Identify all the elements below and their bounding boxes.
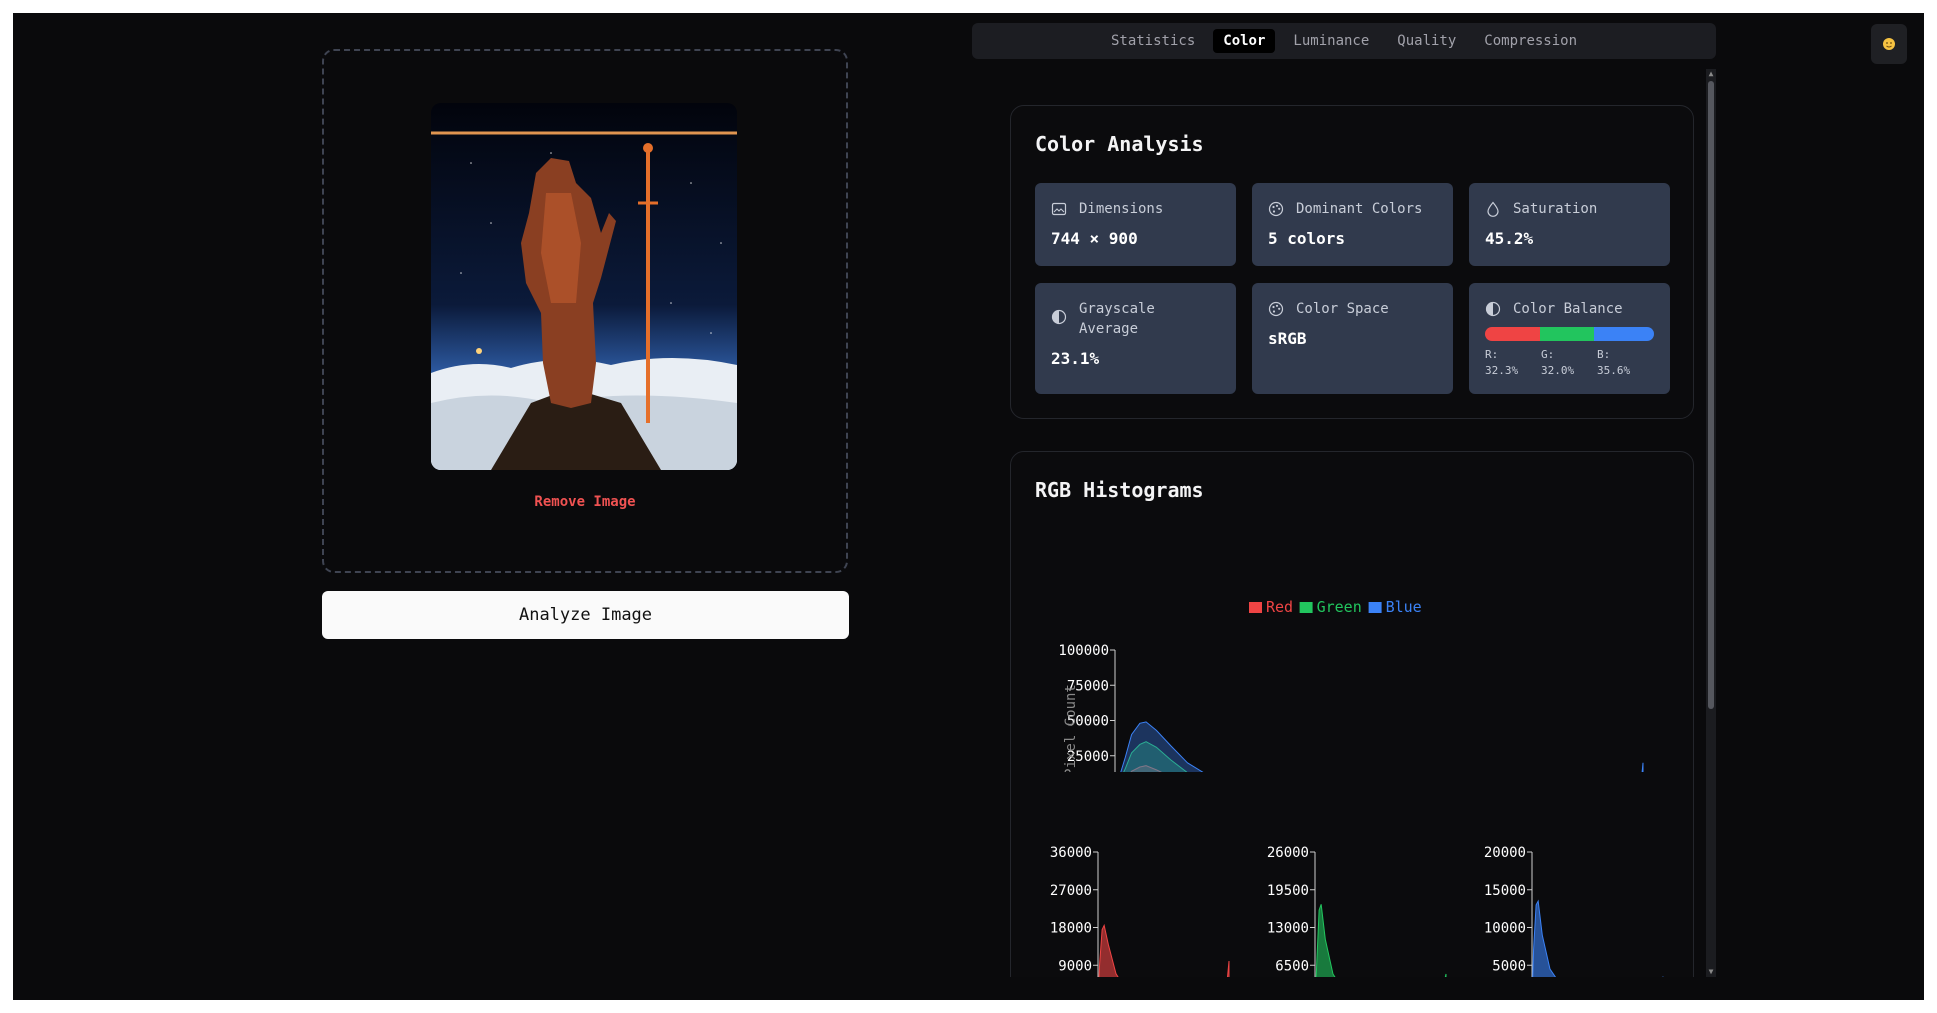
legend-swatch-blue (1368, 602, 1382, 613)
stat-grayscale: Grayscale Average 23.1% (1035, 283, 1236, 394)
stat-color-space: Color Space sRGB (1252, 283, 1453, 394)
tab-statistics[interactable]: Statistics (1101, 29, 1205, 53)
analyze-image-button[interactable]: Analyze Image (322, 591, 849, 639)
red-histogram-chart: 09000180002700036000 (1050, 845, 1230, 977)
image-preview (431, 103, 737, 470)
balance-red-value: 32.3% (1485, 364, 1519, 377)
remove-image-button[interactable]: Remove Image (435, 494, 735, 510)
y-tick-label: 6500 (1275, 958, 1309, 974)
balance-red-label: R: 32.3% (1485, 348, 1519, 377)
y-tick-label: 19500 (1267, 883, 1309, 899)
palette-icon (1268, 301, 1284, 317)
contrast-icon (1051, 309, 1067, 325)
tab-quality[interactable]: Quality (1387, 29, 1466, 53)
palette-icon (1268, 201, 1284, 217)
sun-icon (1883, 38, 1895, 50)
stat-label: Color Space (1296, 301, 1389, 317)
rgb-histograms-title: RGB Histograms (1035, 478, 1204, 502)
stat-value: sRGB (1268, 329, 1307, 348)
series-area-green (1315, 904, 1447, 977)
y-tick-label: 9000 (1058, 958, 1092, 974)
results-scrollbar[interactable]: ▲ ▼ (1706, 69, 1716, 977)
y-tick-label: 36000 (1050, 845, 1092, 861)
balance-red-segment (1485, 327, 1540, 341)
series-area-blue (1120, 721, 1644, 772)
stat-label: Color Balance (1513, 301, 1623, 317)
balance-blue-value: 35.6% (1597, 364, 1631, 377)
stat-label: Dimensions (1079, 201, 1164, 217)
tab-compression[interactable]: Compression (1474, 29, 1587, 53)
combined-histogram-chart: 0250005000075000100000515273951637587102… (1058, 598, 1644, 772)
legend-label-red: Red (1266, 598, 1293, 616)
stat-value: 45.2% (1485, 229, 1534, 248)
stat-label: Grayscale Average (1079, 301, 1155, 337)
legend-label-blue: Blue (1386, 598, 1422, 616)
scroll-thumb[interactable] (1708, 81, 1714, 709)
scroll-down-arrow[interactable]: ▼ (1706, 968, 1716, 976)
theme-toggle-button[interactable] (1871, 24, 1907, 64)
stat-dimensions: Dimensions 744 × 900 (1035, 183, 1236, 266)
legend-swatch-red (1249, 602, 1262, 613)
app-window: Remove Image Analyze Image Statistics Co… (13, 13, 1924, 1000)
series-area-red (1098, 923, 1230, 977)
y-tick-label: 5000 (1492, 958, 1526, 974)
stat-value: 744 × 900 (1051, 229, 1138, 248)
y-tick-label: 20000 (1484, 845, 1526, 861)
legend-swatch-green (1299, 602, 1313, 613)
y-axis-title: Pixel Count (1063, 684, 1079, 772)
results-panel[interactable]: Color Analysis Dimensions 744 × 900 Domi… (996, 69, 1716, 977)
stat-label: Saturation (1513, 201, 1598, 217)
green-histogram-chart: 06500130001950026000 (1267, 845, 1447, 977)
contrast-icon (1485, 301, 1501, 317)
stat-value: 5 colors (1268, 229, 1346, 248)
balance-green-segment (1539, 327, 1594, 341)
tab-luminance[interactable]: Luminance (1283, 29, 1379, 53)
y-tick-label: 100000 (1058, 643, 1109, 659)
y-tick-label: 18000 (1050, 921, 1092, 937)
color-analysis-card: Color Analysis Dimensions 744 × 900 Domi… (1010, 105, 1694, 419)
balance-green-value: 32.0% (1541, 364, 1575, 377)
stat-color-balance: Color Balance R: 32.3% G: 32.0% B: 35.6% (1469, 283, 1670, 394)
balance-green-label: G: 32.0% (1541, 348, 1575, 377)
stat-saturation: Saturation 45.2% (1469, 183, 1670, 266)
y-tick-label: 27000 (1050, 883, 1092, 899)
stat-dominant-colors: Dominant Colors 5 colors (1252, 183, 1453, 266)
stat-value: 23.1% (1051, 349, 1100, 368)
balance-blue-segment (1593, 327, 1654, 341)
tab-color[interactable]: Color (1213, 29, 1276, 53)
balance-blue-label: B: 35.6% (1597, 348, 1631, 377)
y-tick-label: 15000 (1484, 883, 1526, 899)
stat-label: Dominant Colors (1296, 201, 1423, 217)
legend-label-green: Green (1317, 598, 1362, 616)
image-icon (1051, 202, 1067, 216)
droplet-icon (1487, 201, 1499, 217)
series-area-blue (1532, 899, 1664, 977)
tab-bar: Statistics Color Luminance Quality Compr… (972, 23, 1716, 59)
y-tick-label: 10000 (1484, 921, 1526, 937)
color-balance-bar (1485, 327, 1654, 341)
rgb-histograms-card: RGB Histograms 0250005000075000100000515… (1010, 451, 1694, 977)
blue-histogram-chart: 05000100001500020000 (1484, 845, 1664, 977)
scroll-up-arrow[interactable]: ▲ (1706, 70, 1716, 78)
color-analysis-title: Color Analysis (1035, 132, 1204, 156)
y-tick-label: 26000 (1267, 845, 1309, 861)
y-tick-label: 13000 (1267, 921, 1309, 937)
